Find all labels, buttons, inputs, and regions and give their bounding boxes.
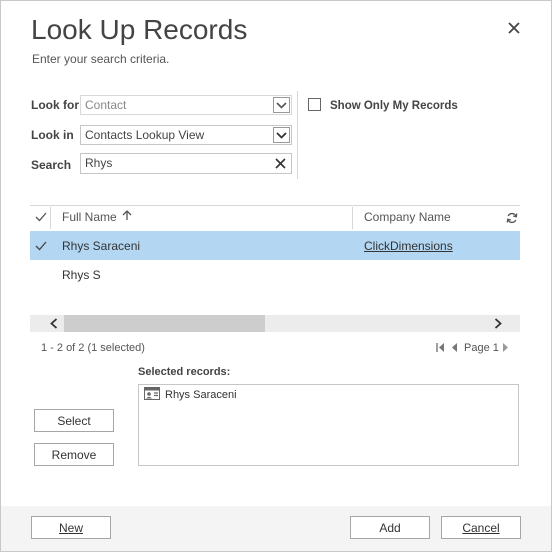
- contact-card-icon: [144, 387, 160, 403]
- chevron-down-icon[interactable]: [273, 127, 290, 143]
- scroll-right-icon[interactable]: [490, 315, 506, 332]
- column-header-company-name[interactable]: Company Name: [364, 210, 451, 224]
- look-in-dropdown[interactable]: Contacts Lookup View: [80, 125, 292, 145]
- cell-full-name: Rhys Saraceni: [62, 239, 141, 253]
- look-for-dropdown[interactable]: Contact: [80, 95, 292, 115]
- select-button[interactable]: Select: [34, 409, 114, 432]
- new-button-label: New: [58, 520, 83, 535]
- chevron-down-icon[interactable]: [273, 97, 290, 113]
- new-button[interactable]: New: [31, 516, 111, 539]
- cancel-button-label: Cancel: [462, 520, 500, 535]
- search-value: Rhys: [85, 156, 113, 170]
- grid-top-border: [30, 205, 520, 206]
- clear-search-icon[interactable]: [272, 155, 288, 171]
- dialog-subtitle: Enter your search criteria.: [32, 52, 170, 66]
- scroll-left-icon[interactable]: [46, 315, 62, 332]
- sort-ascending-icon: [122, 210, 132, 224]
- table-row[interactable]: [30, 261, 520, 290]
- cell-full-name: Rhys S: [62, 268, 101, 282]
- column-header-full-name-label: Full Name: [62, 210, 117, 224]
- column-separator: [50, 207, 51, 229]
- cancel-button[interactable]: Cancel: [441, 516, 521, 539]
- add-button[interactable]: Add: [350, 516, 430, 539]
- show-only-my-records-label: Show Only My Records: [330, 100, 458, 112]
- look-for-label: Look for: [31, 98, 79, 112]
- select-all-check-icon[interactable]: [35, 211, 47, 225]
- dialog-title: Look Up Records: [31, 14, 248, 45]
- next-page-icon[interactable]: [502, 342, 509, 356]
- remove-button[interactable]: Remove: [34, 443, 114, 466]
- page-label: Page 1: [464, 342, 499, 354]
- row-selected-check-icon[interactable]: [35, 240, 47, 254]
- close-icon[interactable]: [504, 18, 524, 38]
- search-input[interactable]: Rhys: [80, 153, 292, 174]
- cell-company-link[interactable]: ClickDimensions: [364, 239, 453, 253]
- column-separator: [352, 207, 353, 229]
- selected-record-name: Rhys Saraceni: [165, 389, 237, 401]
- show-only-my-records-checkbox[interactable]: [308, 98, 321, 111]
- look-for-value: Contact: [85, 98, 127, 112]
- refresh-icon[interactable]: [506, 212, 518, 227]
- criteria-divider: [297, 91, 298, 179]
- look-in-value: Contacts Lookup View: [85, 128, 205, 142]
- selected-records-label: Selected records:: [138, 366, 231, 378]
- previous-page-icon[interactable]: [451, 342, 458, 356]
- scrollbar-thumb[interactable]: [64, 315, 265, 332]
- selected-record-item[interactable]: Rhys Saraceni: [144, 387, 237, 403]
- column-header-full-name[interactable]: Full Name: [62, 210, 132, 224]
- record-count-status: 1 - 2 of 2 (1 selected): [41, 342, 145, 354]
- first-page-icon[interactable]: [436, 342, 445, 356]
- look-in-label: Look in: [31, 128, 74, 142]
- search-label: Search: [31, 158, 72, 172]
